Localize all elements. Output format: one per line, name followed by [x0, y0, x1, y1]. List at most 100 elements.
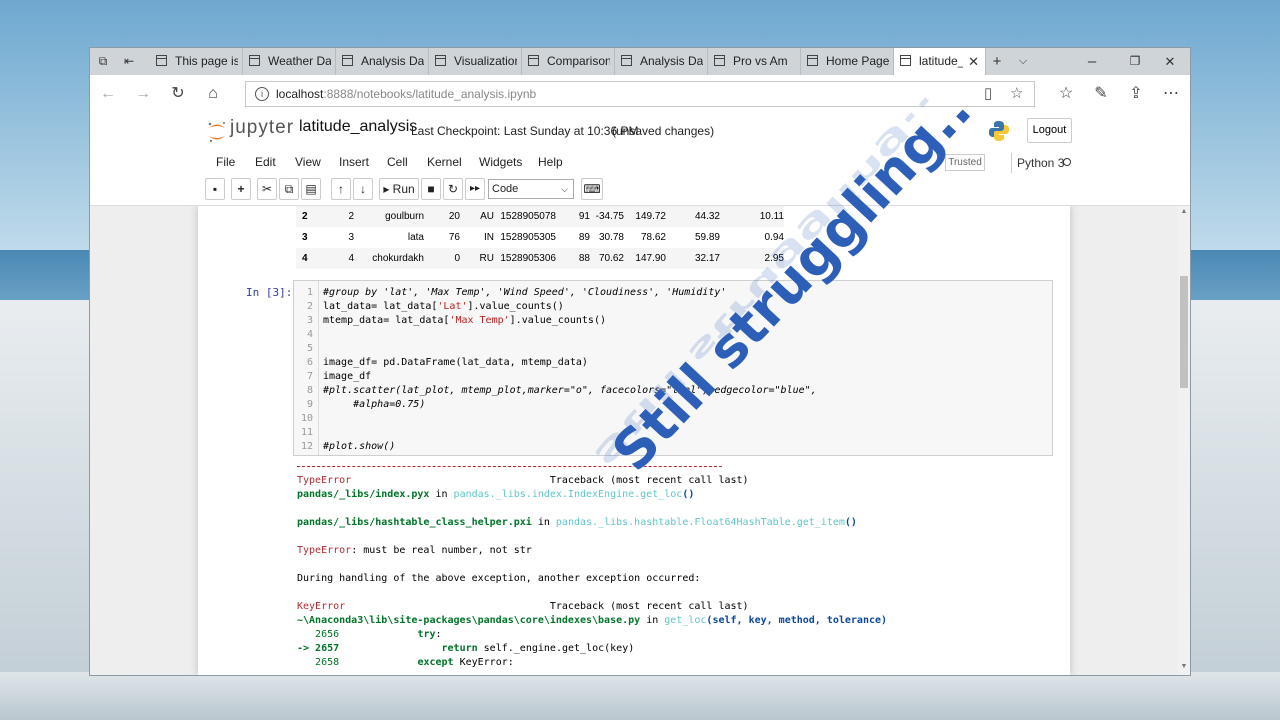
address-bar[interactable]: i localhost:8888/notebooks/latitude_anal…	[245, 81, 1035, 107]
jupyter-logo-icon[interactable]	[207, 121, 227, 143]
notebook-page: 2 2 goulburn 20 AU 1528905078 91 -34.75 149.72 44…	[198, 206, 1070, 675]
more-menu-icon[interactable]: ⋯	[1160, 84, 1182, 104]
page-scrollbar[interactable]: ▲ ▼	[1178, 206, 1190, 675]
tab-preview-icon[interactable]: ⧉	[96, 54, 110, 68]
table-cell: IN	[484, 232, 494, 243]
code-cell[interactable]: 1 #group by 'lat', 'Max Temp', 'Wind Spee…	[293, 280, 1053, 456]
table-cell: 78.62	[640, 232, 666, 243]
code-line: 12 #plot.show()	[300, 441, 396, 452]
traceback-line: -> 2657 return self._engine.get_loc(key)	[297, 643, 635, 654]
pen-notes-icon[interactable]: ✎	[1090, 84, 1112, 104]
table-cell: 59.89	[694, 232, 720, 243]
table-cell: 30.78	[598, 232, 624, 243]
run-button[interactable]: ▸ Run	[379, 178, 419, 200]
notebook-name[interactable]: latitude_analysis	[299, 118, 417, 136]
tab-bar: ⧉ ⇤ This page is l Weather Das Analysis Da…	[90, 48, 1190, 75]
browser-tab[interactable]: Home Page -	[801, 48, 894, 75]
restart-icon[interactable]: ↻	[443, 178, 463, 200]
kernel-name[interactable]: Python 3	[1017, 156, 1064, 170]
table-cell: 4	[326, 248, 354, 269]
menu-cell[interactable]: Cell	[387, 155, 408, 169]
close-tab-icon[interactable]: ✕	[968, 48, 979, 75]
table-cell: 70.62	[590, 248, 624, 269]
table-cell: 32.17	[666, 248, 720, 269]
unsaved-indicator: (unsaved changes)	[612, 124, 715, 138]
share-icon[interactable]: ⇪	[1125, 84, 1147, 104]
command-palette-icon[interactable]: ⌨	[581, 178, 603, 200]
minimize-button[interactable]: –	[1077, 48, 1107, 75]
tab-label: Comparisons	[547, 54, 610, 68]
site-info-icon[interactable]: i	[255, 87, 269, 101]
restart-run-all-icon[interactable]: ▸▸	[465, 178, 485, 200]
menu-widgets[interactable]: Widgets	[479, 155, 522, 169]
tab-list-chevron-icon[interactable]: ⌵	[1008, 48, 1038, 75]
page-favicon-icon	[342, 55, 353, 66]
table-cell: 10.11	[720, 206, 784, 227]
input-prompt: In [3]:	[246, 286, 293, 299]
table-cell: AU	[460, 206, 494, 227]
tab-label: Analysis Data	[361, 54, 424, 68]
cut-icon[interactable]: ✂	[257, 178, 277, 200]
table-cell: lata	[407, 232, 424, 243]
menu-edit[interactable]: Edit	[255, 155, 276, 169]
menu-kernel[interactable]: Kernel	[427, 155, 462, 169]
menu-help[interactable]: Help	[538, 155, 563, 169]
table-cell: 89	[578, 232, 590, 243]
favorites-hub-icon[interactable]: ☆	[1055, 84, 1077, 104]
forward-button[interactable]: →	[132, 84, 154, 104]
table-cell: goulburn	[354, 206, 424, 227]
table-row: 2 2 goulburn 20 AU 1528905078 91 -34.75 149.72 44…	[296, 206, 784, 227]
home-button[interactable]: ⌂	[202, 84, 224, 104]
scroll-down-icon[interactable]: ▼	[1178, 661, 1190, 673]
table-cell: 1528905306	[494, 248, 556, 269]
copy-icon[interactable]: ⧉	[279, 178, 299, 200]
page-favicon-icon	[714, 55, 725, 66]
restore-button[interactable]: ❐	[1120, 48, 1150, 75]
favorite-star-icon[interactable]: ☆	[1010, 85, 1023, 103]
code-line: 6 image_df= pd.DataFrame(lat_data, mtemp_…	[306, 357, 588, 368]
browser-tab[interactable]: Visualization	[429, 48, 522, 75]
move-up-icon[interactable]: ↑	[331, 178, 351, 200]
browser-tab[interactable]: Weather Das	[243, 48, 336, 75]
move-down-icon[interactable]: ↓	[353, 178, 373, 200]
table-cell: 88	[556, 248, 590, 269]
traceback-line: 2658 except KeyError:	[297, 657, 514, 668]
interrupt-icon[interactable]: ■	[421, 178, 441, 200]
browser-tab[interactable]: Analysis Data	[336, 48, 429, 75]
address-toolbar: ← → ↻ ⌂ i localhost:8888/notebooks/latit…	[90, 75, 1190, 114]
set-aside-tabs-icon[interactable]: ⇤	[122, 54, 136, 68]
page-favicon-icon	[807, 55, 818, 66]
logout-button[interactable]: Logout	[1027, 118, 1072, 143]
cell-type-select[interactable]: Code ⌵	[488, 179, 574, 199]
table-cell: 3	[348, 232, 354, 243]
traceback-line: KeyError Traceback (most recent call las…	[297, 601, 749, 612]
menu-file[interactable]: File	[216, 155, 235, 169]
trusted-badge[interactable]: Trusted	[945, 154, 985, 171]
browser-tab[interactable]: Pro vs Am	[708, 48, 801, 75]
close-window-button[interactable]: ✕	[1155, 48, 1185, 75]
traceback-line: ~\Anaconda3\lib\site-packages\pandas\cor…	[297, 615, 888, 626]
back-button[interactable]: ←	[97, 84, 119, 104]
page-favicon-icon	[621, 55, 632, 66]
browser-tab[interactable]: Analysis Data	[615, 48, 708, 75]
browser-tab[interactable]: This page is l	[150, 48, 243, 75]
table-cell: 2.95	[720, 248, 784, 269]
scroll-up-icon[interactable]: ▲	[1178, 206, 1190, 218]
traceback-line: pandas/_libs/hashtable_class_helper.pxi …	[297, 517, 857, 528]
browser-tab[interactable]: latitude_ ✕	[894, 48, 986, 75]
refresh-button[interactable]: ↻	[167, 84, 189, 104]
paste-icon[interactable]: ▤	[301, 178, 321, 200]
kernel-status-icon	[1063, 158, 1071, 166]
table-cell: 149.72	[624, 206, 666, 227]
reading-view-icon[interactable]: ▯	[984, 85, 992, 103]
menu-insert[interactable]: Insert	[339, 155, 369, 169]
insert-cell-icon[interactable]: +	[231, 178, 251, 200]
code-line: 8 #plt.scatter(lat_plot, mtemp_plot,marke…	[306, 385, 817, 396]
tab-label: latitude_	[919, 54, 963, 68]
jupyter-logo-text[interactable]: jupyter	[230, 117, 294, 139]
scroll-thumb[interactable]	[1180, 276, 1188, 388]
traceback-line: TypeError: must be real number, not str	[297, 545, 532, 556]
save-icon[interactable]: ▪	[205, 178, 225, 200]
browser-tab[interactable]: Comparisons	[522, 48, 615, 75]
menu-view[interactable]: View	[295, 155, 321, 169]
